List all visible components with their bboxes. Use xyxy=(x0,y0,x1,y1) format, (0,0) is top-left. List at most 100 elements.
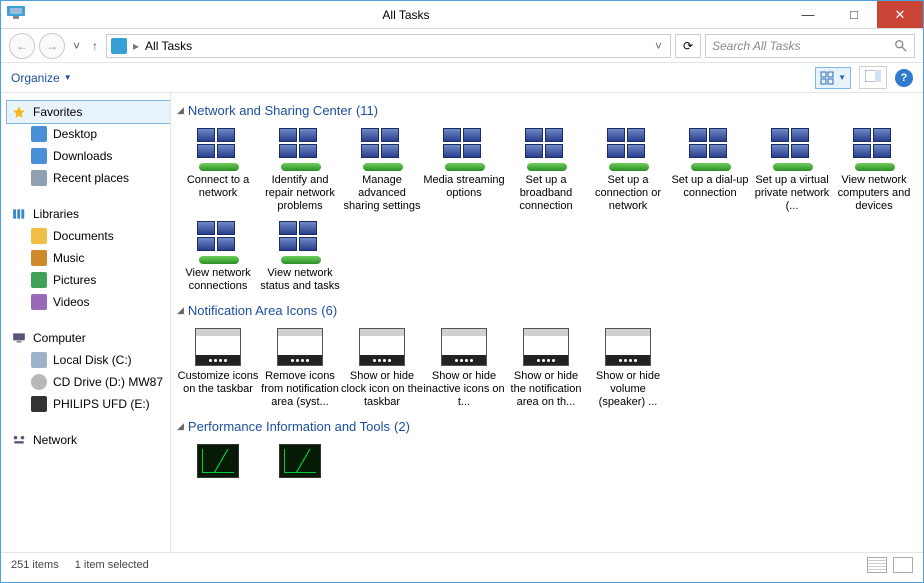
forward-button[interactable]: → xyxy=(39,33,65,59)
task-caption: Set up a dial-up connection xyxy=(669,174,751,200)
group-name: Notification Area Icons xyxy=(188,303,317,318)
task-item[interactable] xyxy=(177,444,259,482)
group-header[interactable]: ◢ Performance Information and Tools (2) xyxy=(177,419,919,434)
task-item[interactable]: View network computers and devices xyxy=(833,128,915,213)
sidebar-item-network[interactable]: Network xyxy=(7,429,170,451)
navbar: ← → ˅ ↑ ▸ All Tasks ˅ ⟳ xyxy=(1,29,923,63)
cd-icon xyxy=(31,374,47,390)
network-task-icon xyxy=(279,221,321,263)
usb-icon xyxy=(31,396,47,412)
sidebar-item-pictures[interactable]: Pictures xyxy=(7,269,170,291)
performance-task-icon xyxy=(197,444,239,478)
refresh-button[interactable]: ⟳ xyxy=(675,34,701,58)
group-count: (11) xyxy=(356,103,378,118)
breadcrumb[interactable]: All Tasks xyxy=(145,39,192,53)
sidebar-label: Pictures xyxy=(53,273,96,287)
sidebar-item-cd-drive[interactable]: CD Drive (D:) MW87 xyxy=(7,371,170,393)
task-caption: Set up a connection or network xyxy=(587,174,669,213)
task-item[interactable]: Connect to a network xyxy=(177,128,259,213)
group-header[interactable]: ◢ Network and Sharing Center (11) xyxy=(177,103,919,118)
task-item[interactable]: Remove icons from notification area (sys… xyxy=(259,328,341,409)
minimize-button[interactable]: — xyxy=(785,1,831,28)
sidebar-item-local-disk[interactable]: Local Disk (C:) xyxy=(7,349,170,371)
up-button[interactable]: ↑ xyxy=(88,39,102,53)
preview-pane-button[interactable] xyxy=(859,66,887,89)
search-input[interactable] xyxy=(712,39,888,53)
sidebar-item-favorites[interactable]: Favorites xyxy=(7,101,170,123)
sidebar-item-recent[interactable]: Recent places xyxy=(7,167,170,189)
sidebar-item-libraries[interactable]: Libraries xyxy=(7,203,170,225)
sidebar-item-documents[interactable]: Documents xyxy=(7,225,170,247)
group-items xyxy=(177,440,919,486)
close-button[interactable]: ✕ xyxy=(877,1,923,28)
sidebar-label: CD Drive (D:) MW87 xyxy=(53,375,163,389)
drive-icon xyxy=(31,352,47,368)
sidebar-item-computer[interactable]: Computer xyxy=(7,327,170,349)
pictures-icon xyxy=(31,272,47,288)
address-bar[interactable]: ▸ All Tasks ˅ xyxy=(106,34,671,58)
task-item[interactable]: View network status and tasks xyxy=(259,221,341,293)
notification-task-icon xyxy=(195,328,241,366)
sidebar-item-videos[interactable]: Videos xyxy=(7,291,170,313)
help-button[interactable]: ? xyxy=(895,69,913,87)
task-item[interactable]: Manage advanced sharing settings xyxy=(341,128,423,213)
group-count: (6) xyxy=(321,303,337,318)
recent-locations-dropdown[interactable]: ˅ xyxy=(69,39,84,53)
folder-icon xyxy=(31,228,47,244)
task-caption: Manage advanced sharing settings xyxy=(341,174,423,213)
task-item[interactable]: Set up a connection or network xyxy=(587,128,669,213)
recent-icon xyxy=(31,170,47,186)
task-caption: View network status and tasks xyxy=(259,267,341,293)
search-box[interactable] xyxy=(705,34,915,58)
sidebar-label: Videos xyxy=(53,295,89,309)
chevron-down-icon: ▼ xyxy=(838,73,846,82)
network-task-icon xyxy=(771,128,813,170)
task-item[interactable]: View network connections xyxy=(177,221,259,293)
back-button[interactable]: ← xyxy=(9,33,35,59)
task-caption: Remove icons from notification area (sys… xyxy=(259,370,341,409)
task-item[interactable]: Identify and repair network problems xyxy=(259,128,341,213)
task-item[interactable]: Customize icons on the taskbar xyxy=(177,328,259,409)
tree-group-network: Network xyxy=(7,429,170,451)
notification-task-icon xyxy=(277,328,323,366)
task-item[interactable]: Show or hide inactive icons on t... xyxy=(423,328,505,409)
tree-group-computer: Computer Local Disk (C:) CD Drive (D:) M… xyxy=(7,327,170,415)
task-item[interactable]: Show or hide clock icon on the taskbar xyxy=(341,328,423,409)
search-icon xyxy=(894,39,908,53)
notification-task-icon xyxy=(441,328,487,366)
task-item[interactable]: Show or hide volume (speaker) ... xyxy=(587,328,669,409)
network-task-icon xyxy=(525,128,567,170)
notification-task-icon xyxy=(605,328,651,366)
preview-pane-icon xyxy=(865,70,881,82)
task-item[interactable]: Set up a broadband connection xyxy=(505,128,587,213)
sidebar-item-usb-drive[interactable]: PHILIPS UFD (E:) xyxy=(7,393,170,415)
task-caption: Show or hide inactive icons on t... xyxy=(423,370,505,409)
group-header[interactable]: ◢ Notification Area Icons (6) xyxy=(177,303,919,318)
task-item[interactable] xyxy=(259,444,341,482)
sidebar-item-desktop[interactable]: Desktop xyxy=(7,123,170,145)
sidebar-item-music[interactable]: Music xyxy=(7,247,170,269)
task-caption: Set up a broadband connection xyxy=(505,174,587,213)
titlebar: All Tasks — □ ✕ xyxy=(1,1,923,29)
chevron-down-icon: ▼ xyxy=(64,73,72,82)
navigation-pane: Favorites Desktop Downloads Recent place… xyxy=(1,93,171,552)
task-item[interactable]: Show or hide the notification area on th… xyxy=(505,328,587,409)
group-items: Connect to a networkIdentify and repair … xyxy=(177,124,919,297)
task-item[interactable]: Media streaming options xyxy=(423,128,505,213)
performance-task-icon xyxy=(279,444,321,478)
sidebar-item-downloads[interactable]: Downloads xyxy=(7,145,170,167)
address-history-dropdown[interactable]: ˅ xyxy=(651,39,666,53)
network-task-icon xyxy=(279,128,321,170)
collapse-icon: ◢ xyxy=(177,305,184,316)
large-icons-view-button[interactable] xyxy=(893,557,913,573)
network-task-icon xyxy=(443,128,485,170)
task-caption: Connect to a network xyxy=(177,174,259,200)
details-view-button[interactable] xyxy=(867,557,887,573)
task-item[interactable]: Set up a virtual private network (... xyxy=(751,128,833,213)
window-title: All Tasks xyxy=(27,8,785,22)
organize-menu[interactable]: Organize ▼ xyxy=(11,71,72,85)
task-item[interactable]: Set up a dial-up connection xyxy=(669,128,751,213)
view-dropdown[interactable]: ▼ xyxy=(815,67,851,89)
maximize-button[interactable]: □ xyxy=(831,1,877,28)
task-caption: Show or hide clock icon on the taskbar xyxy=(341,370,423,409)
